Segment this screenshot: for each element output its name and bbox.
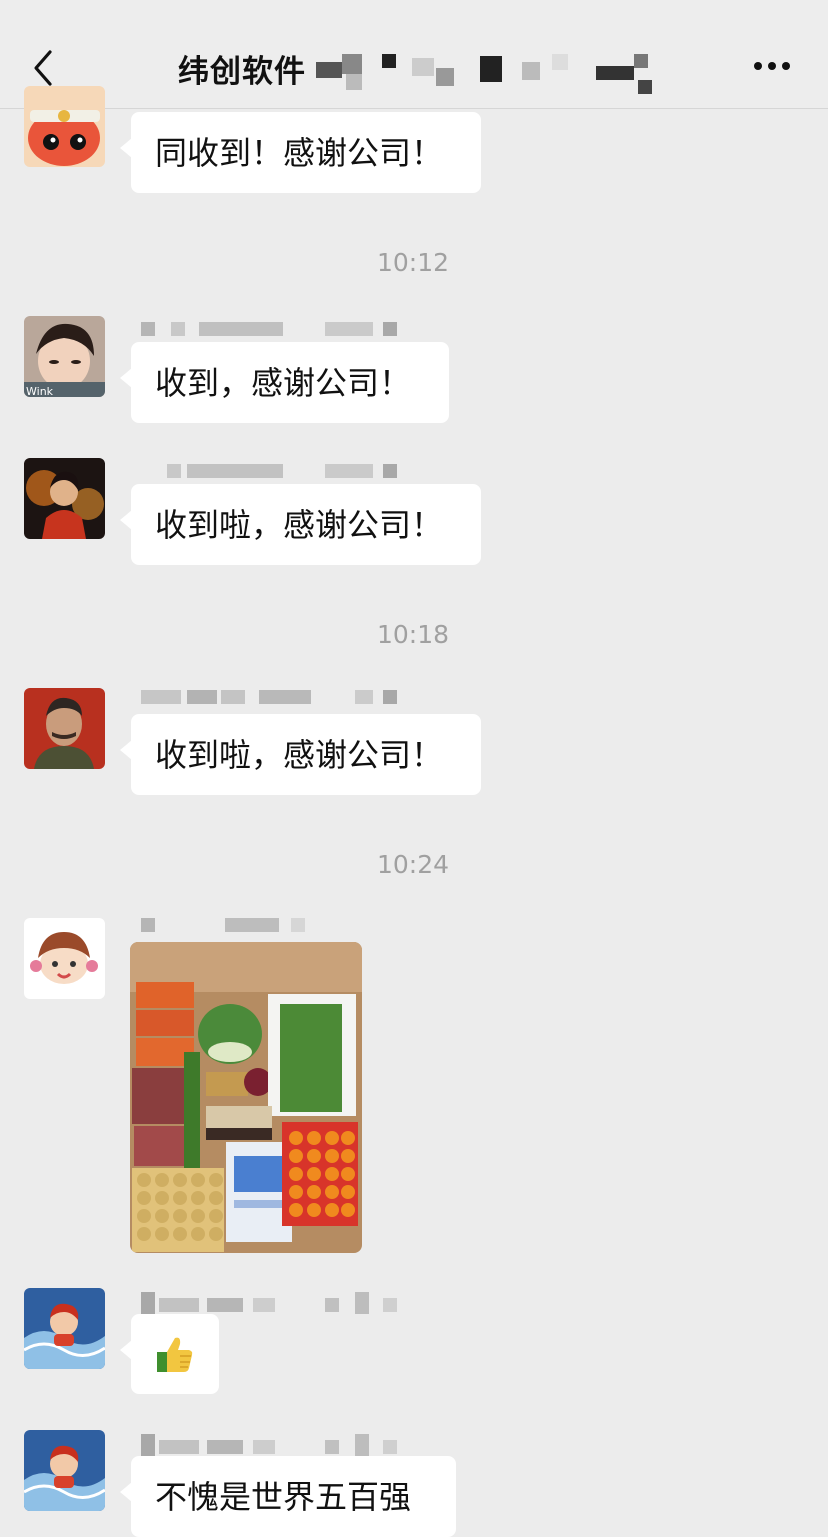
sender-name-redacted bbox=[141, 322, 401, 340]
more-dots-icon bbox=[754, 62, 762, 70]
grocery-photo[interactable] bbox=[130, 942, 362, 1253]
avatar[interactable] bbox=[24, 458, 105, 539]
sender-name-redacted bbox=[141, 690, 401, 708]
sender-name-redacted bbox=[141, 464, 401, 482]
timestamp: 10:18 bbox=[376, 620, 450, 649]
more-dot bbox=[768, 62, 776, 70]
avatar[interactable] bbox=[24, 688, 105, 769]
more-dot bbox=[782, 62, 790, 70]
more-options-button[interactable] bbox=[750, 60, 794, 74]
title-redaction bbox=[316, 50, 676, 96]
avatar[interactable] bbox=[24, 86, 105, 167]
message-bubble[interactable] bbox=[120, 1314, 219, 1394]
avatar[interactable] bbox=[24, 918, 105, 999]
message-bubble[interactable]: 收到啦，感谢公司！ bbox=[120, 484, 481, 565]
message-bubble[interactable]: 同收到！感谢公司！ bbox=[120, 112, 481, 193]
back-arrow-icon bbox=[34, 50, 52, 86]
timestamp: 10:24 bbox=[376, 850, 450, 879]
chat-header: 纬创软件 bbox=[0, 0, 828, 109]
avatar[interactable]: Wink bbox=[24, 316, 105, 397]
avatar[interactable] bbox=[24, 1288, 105, 1369]
sender-name-redacted bbox=[141, 918, 401, 936]
avatar[interactable] bbox=[24, 1430, 105, 1511]
chat-title[interactable]: 纬创软件 bbox=[178, 46, 306, 91]
message-bubble[interactable]: 不愧是世界五百强 bbox=[120, 1456, 456, 1537]
message-bubble[interactable]: 收到啦，感谢公司！ bbox=[120, 714, 481, 795]
avatar-badge-text: Wink bbox=[26, 385, 54, 397]
timestamp: 10:12 bbox=[376, 248, 450, 277]
thumbs-up-icon bbox=[157, 1337, 193, 1372]
back-button[interactable] bbox=[30, 48, 60, 88]
message-bubble[interactable]: 收到，感谢公司！ bbox=[120, 342, 449, 423]
